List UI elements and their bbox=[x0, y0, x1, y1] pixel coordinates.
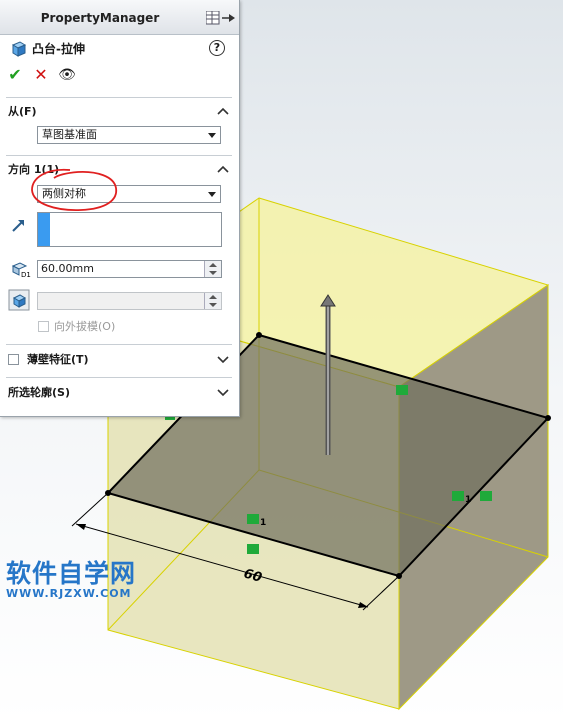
draft-outward-checkbox[interactable] bbox=[38, 321, 49, 332]
section-divider bbox=[6, 97, 232, 98]
horizontal-relation-icon[interactable] bbox=[396, 385, 408, 395]
svg-text:D1: D1 bbox=[21, 271, 31, 278]
draft-angle-spinner bbox=[204, 293, 221, 309]
chevron-up-icon[interactable] bbox=[217, 106, 229, 116]
detailed-preview-button[interactable]: 👁 bbox=[58, 66, 76, 84]
chevron-down-icon[interactable] bbox=[217, 355, 229, 365]
vertical-relation-icon[interactable] bbox=[480, 491, 492, 501]
red-annotation-circle bbox=[31, 168, 117, 211]
pin-icon[interactable] bbox=[206, 11, 236, 25]
chevron-up-icon[interactable] bbox=[217, 164, 229, 174]
thin-feature-title[interactable]: 薄壁特征(T) bbox=[27, 353, 89, 367]
draft-toggle-icon[interactable] bbox=[8, 289, 30, 311]
dropdown-arrow-icon bbox=[208, 133, 216, 138]
draft-outward-label: 向外拔模(O) bbox=[54, 320, 116, 333]
draft-angle-input bbox=[37, 292, 222, 310]
depth-input[interactable]: 60.00mm bbox=[37, 260, 222, 278]
dropdown-arrow-icon bbox=[208, 192, 216, 197]
property-manager-title: PropertyManager bbox=[40, 11, 160, 25]
direction-reference-box[interactable] bbox=[37, 212, 222, 247]
reverse-direction-icon[interactable] bbox=[10, 218, 26, 234]
watermark-main: 软件自学网 bbox=[6, 559, 137, 588]
ok-button[interactable]: ✔ bbox=[6, 66, 24, 84]
sketch-vertex[interactable] bbox=[545, 415, 551, 421]
property-manager-header: PropertyManager bbox=[0, 0, 239, 35]
start-condition-select[interactable]: 草图基准面 bbox=[37, 126, 221, 144]
cancel-button[interactable]: ✕ bbox=[32, 66, 50, 84]
sketch-vertex[interactable] bbox=[256, 332, 262, 338]
boss-extrude-icon bbox=[11, 41, 27, 57]
watermark-url: WWW.RJZXW.COM bbox=[6, 587, 132, 600]
section-divider bbox=[6, 344, 232, 345]
extension-line bbox=[71, 492, 109, 527]
horizontal-relation-icon[interactable] bbox=[452, 491, 464, 501]
depth-spinner[interactable] bbox=[204, 261, 221, 277]
horizontal-relation-icon[interactable] bbox=[247, 514, 259, 524]
thin-feature-checkbox[interactable] bbox=[8, 354, 19, 365]
horizontal-relation-icon[interactable] bbox=[247, 544, 259, 554]
section-divider bbox=[6, 155, 232, 156]
feature-name: 凸台-拉伸 bbox=[32, 42, 85, 56]
depth-icon: D1 bbox=[11, 262, 31, 278]
selection-bar bbox=[38, 213, 50, 246]
selected-contours-title[interactable]: 所选轮廓(S) bbox=[8, 386, 70, 400]
watermark: 软件自学网 WWW.RJZXW.COM bbox=[6, 560, 136, 600]
start-condition-value: 草图基准面 bbox=[42, 128, 97, 141]
relation-subscript: 1 bbox=[260, 518, 266, 528]
property-manager-panel: PropertyManager 凸台-拉伸 ? ✔ ✕ 👁 从(F) 草图基准面… bbox=[0, 0, 240, 417]
relation-subscript: 1 bbox=[465, 495, 471, 505]
section-divider bbox=[6, 377, 232, 378]
depth-value: 60.00mm bbox=[41, 262, 94, 275]
from-section-title[interactable]: 从(F) bbox=[8, 105, 37, 119]
help-button[interactable]: ? bbox=[209, 40, 225, 56]
chevron-down-icon[interactable] bbox=[217, 388, 229, 398]
dimension-arrow bbox=[76, 524, 86, 530]
